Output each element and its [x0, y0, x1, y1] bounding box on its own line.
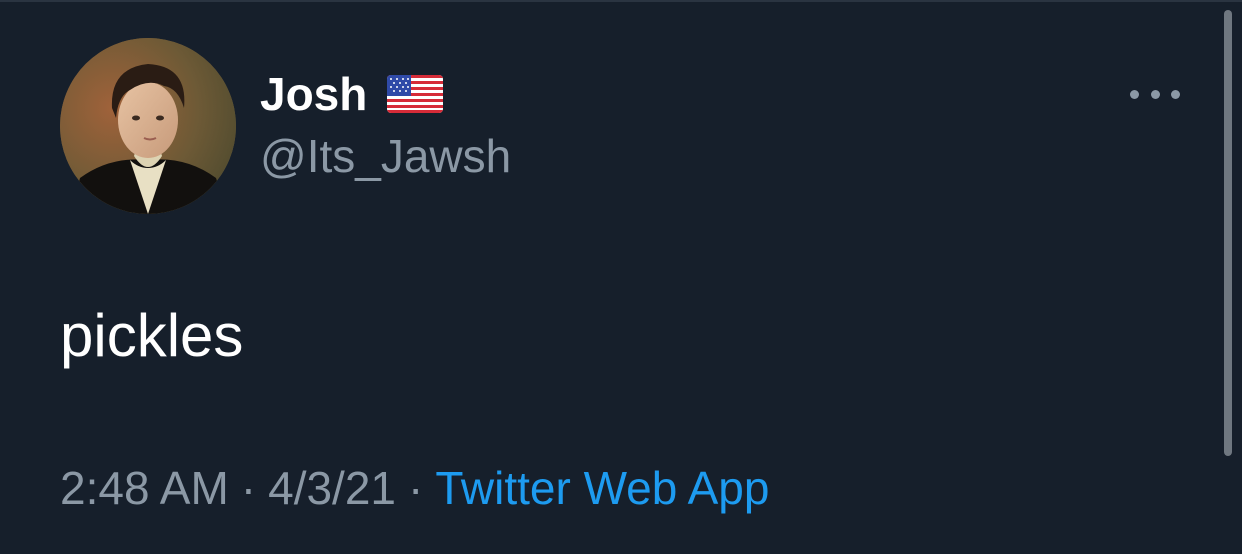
tweet-source-link[interactable]: Twitter Web App [435, 462, 769, 514]
us-flag-icon [387, 75, 444, 113]
tweet-card: Josh @Its_Jawsh pickles 2:48 AM · 4/3/21… [0, 0, 1242, 554]
tweet-date[interactable]: 4/3/21 [268, 462, 396, 514]
more-dot-icon [1150, 89, 1160, 99]
more-options-button[interactable] [1124, 80, 1186, 108]
avatar[interactable] [60, 38, 236, 214]
tweet-time[interactable]: 2:48 AM [60, 462, 229, 514]
user-handle[interactable]: @Its_Jawsh [260, 128, 511, 184]
scrollbar[interactable] [1224, 10, 1232, 456]
more-dot-icon [1130, 89, 1139, 99]
tweet-text: pickles [60, 302, 244, 369]
display-name[interactable]: Josh [260, 66, 367, 122]
more-dot-icon [1171, 89, 1180, 99]
display-name-row[interactable]: Josh [260, 66, 444, 122]
top-divider [0, 0, 1242, 2]
avatar-portrait-image [60, 38, 236, 214]
meta-separator: · [240, 462, 257, 514]
tweet-metadata: 2:48 AM · 4/3/21 · Twitter Web App [60, 458, 769, 518]
meta-separator: · [408, 462, 424, 514]
